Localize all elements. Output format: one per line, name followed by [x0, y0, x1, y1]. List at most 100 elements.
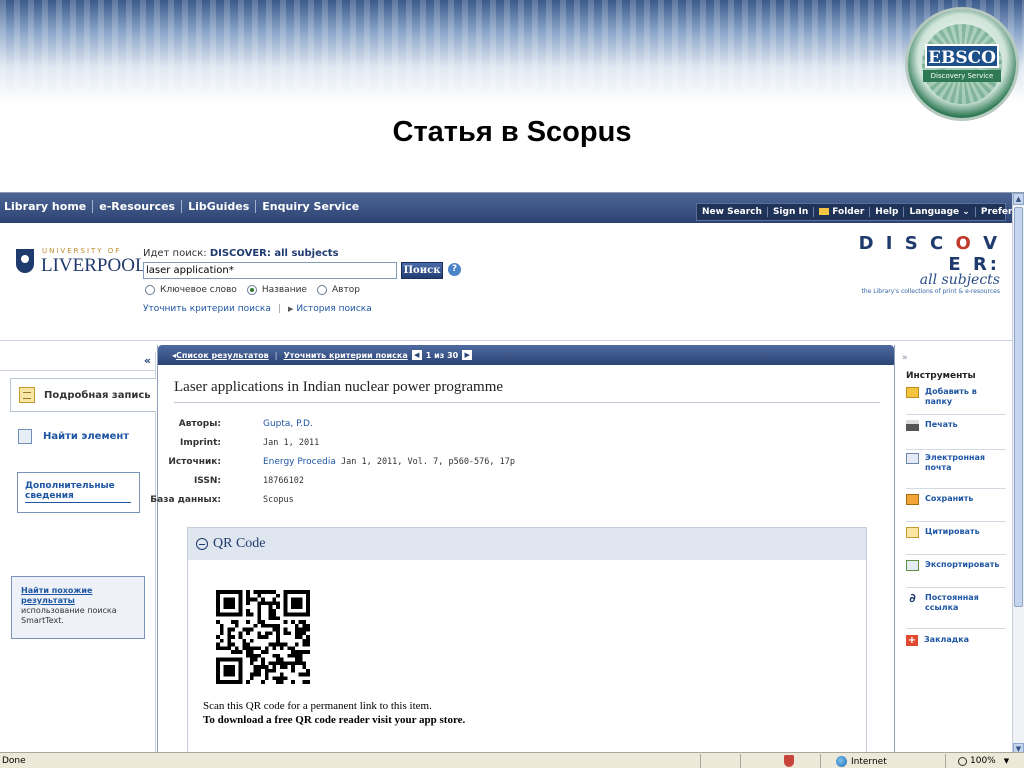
nav-enquiry-service[interactable]: Enquiry Service	[255, 200, 365, 213]
help-icon[interactable]: ?	[448, 263, 461, 276]
slide-title: Статья в Scopus	[392, 116, 632, 148]
search-history-link[interactable]: История поиска	[296, 304, 371, 314]
underline	[25, 502, 131, 503]
left-sidebar: « Подробная запись Найти элемент Дополни…	[0, 352, 156, 756]
search-input[interactable]	[143, 262, 397, 279]
logo-subtitle: Discovery Service	[923, 70, 1001, 82]
browser-status-bar: Done Internet 100% ▼	[0, 752, 1024, 768]
language-menu[interactable]: Language ⌄	[903, 207, 974, 217]
meta-value: Gupta, P.D.	[263, 419, 313, 429]
meta-label: База данных:	[150, 495, 221, 505]
university-logo[interactable]: UNIVERSITY OF LIVERPOOL	[12, 247, 147, 277]
qr-header[interactable]: QR Code	[188, 528, 866, 560]
mode-keyword[interactable]: Ключевое слово	[145, 285, 237, 295]
tool-label: Добавить в папку	[925, 387, 977, 406]
find-similar-box: Найти похожие результаты использование п…	[11, 576, 145, 639]
refine-criteria-link[interactable]: Уточнить критерии поиска	[284, 351, 408, 360]
results-list-link[interactable]: Список результатов	[176, 351, 269, 360]
collapse-left-icon[interactable]: «	[144, 354, 151, 367]
nav-libguides[interactable]: LibGuides	[181, 200, 255, 213]
zoom-icon	[958, 756, 967, 766]
detailed-record-tab[interactable]: Подробная запись	[10, 378, 156, 412]
tool-permalink[interactable]: ∂ Постоянная ссылка	[906, 592, 1006, 629]
security-zone[interactable]: Internet	[836, 756, 887, 767]
bookmark-icon: +	[906, 635, 918, 646]
nav-library-home[interactable]: Library home	[4, 200, 92, 213]
mode-title[interactable]: Название	[246, 285, 307, 295]
meta-label: ISSN:	[193, 476, 221, 486]
radio-author[interactable]	[316, 285, 327, 295]
tool-bookmark[interactable]: + Закладка	[906, 635, 1006, 663]
source-link[interactable]: Energy Procedia	[263, 457, 336, 467]
meta-row-issn: ISSN: 18766102	[158, 476, 858, 490]
search-scope-label: Идет поиск: DISCOVER: all subjects	[143, 248, 339, 259]
more-info-box[interactable]: Дополнительные сведения	[17, 472, 140, 513]
folder-icon	[819, 208, 830, 215]
qr-download-note: To download a free QR code reader visit …	[203, 714, 466, 726]
zoom-level: 100%	[970, 756, 996, 766]
record-panel: ◂ Список результатов | Уточнить критерии…	[150, 345, 895, 759]
new-search-link[interactable]: New Search	[697, 207, 767, 217]
separator: |	[274, 350, 278, 360]
detailed-record-label: Подробная запись	[44, 389, 151, 401]
qr-instruction: Scan this QR code for a permanent link t…	[203, 700, 432, 712]
nav-e-resources[interactable]: e-Resources	[92, 200, 181, 213]
mode-author[interactable]: Автор	[316, 285, 360, 295]
author-link[interactable]: Gupta, P.D.	[263, 419, 313, 429]
print-icon	[906, 420, 919, 431]
meta-label: Источник:	[168, 457, 221, 467]
radio-keyword[interactable]	[145, 285, 155, 295]
find-item-link[interactable]: Найти элемент	[18, 429, 129, 444]
meta-value: Energy Procedia Jan 1, 2011, Vol. 7, p56…	[263, 457, 515, 467]
meta-row-authors: Авторы: Gupta, P.D.	[158, 419, 858, 433]
meta-row-source: Источник: Energy Procedia Jan 1, 2011, V…	[158, 457, 858, 471]
scroll-up-icon[interactable]: ▲	[1013, 193, 1024, 205]
help-link[interactable]: Help	[869, 207, 903, 217]
folder-label: Folder	[832, 207, 865, 217]
next-result-icon[interactable]: ▶	[462, 350, 473, 360]
find-similar-link[interactable]: Найти похожие результаты	[21, 586, 144, 606]
utility-bar: New Search Sign In Folder Help Language …	[696, 203, 1024, 221]
banner-stripes	[0, 0, 1024, 104]
tool-save[interactable]: Сохранить	[906, 494, 1006, 522]
meta-row-imprint: Imprint: Jan 1, 2011	[158, 438, 858, 452]
folder-link[interactable]: Folder	[813, 207, 869, 217]
qr-section: QR Code Scan this QR code for a permanen…	[187, 527, 867, 759]
zone-label: Internet	[851, 756, 887, 767]
save-icon	[906, 494, 919, 505]
globe-icon	[836, 756, 847, 767]
meta-value: 18766102	[263, 476, 304, 486]
search-button[interactable]: Поиск	[401, 262, 443, 279]
university-name: LIVERPOOL	[41, 255, 147, 276]
export-icon	[906, 560, 919, 571]
collapse-right-icon[interactable]: »	[902, 353, 908, 363]
chevron-down-icon[interactable]: ▼	[1004, 757, 1009, 765]
tool-email[interactable]: Электронная почта	[906, 453, 1006, 489]
arrow-right-icon: ▶	[287, 305, 294, 313]
zoom-control[interactable]: 100% ▼	[958, 756, 1009, 766]
tool-export[interactable]: Экспортировать	[906, 560, 1006, 588]
tool-cite[interactable]: Цитировать	[906, 527, 1006, 555]
sign-in-link[interactable]: Sign In	[766, 207, 813, 217]
vertical-scrollbar[interactable]: ▲ ▼	[1012, 193, 1024, 755]
browser-window: Library home e-Resources LibGuides Enqui…	[0, 192, 1024, 768]
tool-print[interactable]: Печать	[906, 420, 1006, 450]
prev-result-icon[interactable]: ◀	[411, 350, 422, 360]
radio-title[interactable]	[246, 285, 257, 295]
divider	[740, 754, 741, 768]
tool-label: Цитировать	[925, 527, 980, 536]
language-label: Language	[909, 207, 960, 217]
scroll-thumb[interactable]	[1014, 207, 1023, 607]
logo-brand: EBSCO	[925, 44, 999, 68]
results-navigation-bar: ◂ Список результатов | Уточнить критерии…	[158, 345, 894, 365]
result-position: 1 из 30	[425, 350, 459, 360]
more-info-label: Дополнительные сведения	[25, 481, 115, 501]
divider	[945, 754, 946, 768]
tool-label: Печать	[925, 420, 958, 429]
refine-search-link[interactable]: Уточнить критерии поиска	[143, 304, 271, 314]
security-icon[interactable]	[784, 755, 794, 767]
mode-title-label: Название	[261, 285, 307, 295]
source-details: Jan 1, 2011, Vol. 7, p560-576, 17p	[341, 457, 515, 467]
tool-add-folder[interactable]: Добавить в папку	[906, 387, 1006, 415]
collapse-icon[interactable]	[196, 538, 208, 550]
